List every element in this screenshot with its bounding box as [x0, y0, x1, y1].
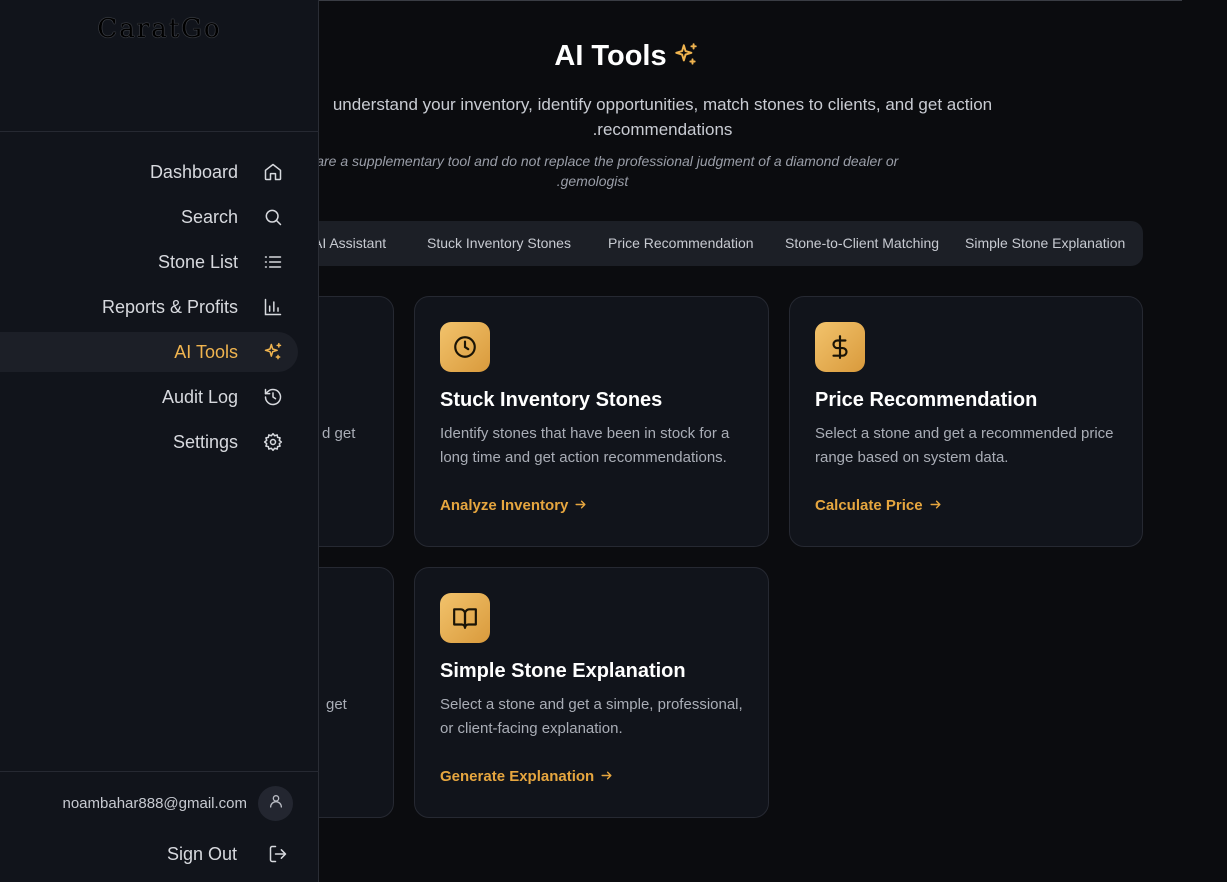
log-out-icon [268, 844, 288, 864]
stuck-inventory-card: Stuck Inventory Stones Identify stones t… [414, 296, 769, 547]
sidebar-item-audit-log[interactable]: Audit Log [0, 377, 298, 417]
search-icon [263, 207, 283, 227]
price-recommendation-card: Price Recommendation Select a stone and … [789, 296, 1143, 547]
sidebar-item-label: AI Tools [174, 342, 238, 362]
tab-simple-explanation[interactable]: Simple Stone Explanation [965, 221, 1125, 266]
card-title: Simple Stone Explanation [440, 660, 686, 682]
divider [0, 771, 319, 772]
history-icon [263, 387, 283, 407]
user-icon [268, 793, 284, 814]
home-icon [263, 162, 283, 182]
sidebar-item-label: Dashboard [149, 162, 238, 182]
sidebar-item-label: Reports & Profits [101, 297, 238, 317]
bar-chart-icon [263, 297, 283, 317]
user-email: noambahar888@gmail.com [62, 795, 248, 812]
tab-stuck-inventory[interactable]: Stuck Inventory Stones [427, 221, 571, 266]
sidebar-item-stone-list[interactable]: Stone List [0, 242, 298, 282]
sidebar-item-settings[interactable]: Settings [0, 422, 298, 462]
sidebar-item-dashboard[interactable]: Dashboard [0, 152, 298, 192]
sidebar-item-label: Stone List [157, 252, 238, 272]
card-description: Identify stones that have been in stock … [440, 425, 730, 466]
sparkles-icon [263, 342, 283, 362]
sign-out-button[interactable]: Sign Out [148, 842, 288, 866]
calculate-price-link[interactable]: Calculate Price [815, 497, 942, 515]
arrow-right-icon [574, 498, 587, 515]
card-title: Stuck Inventory Stones [440, 389, 663, 411]
sparkles-icon [673, 42, 699, 76]
sidebar-item-label: Settings [172, 432, 238, 452]
sidebar-item-ai-tools[interactable]: AI Tools [0, 332, 298, 372]
gear-icon [263, 432, 283, 452]
sign-out-label: Sign Out [166, 844, 237, 864]
arrow-right-icon [600, 769, 613, 786]
list-icon [263, 252, 283, 272]
tool-tabs: AI Assistant Stuck Inventory Stones Pric… [280, 221, 1143, 266]
sidebar-item-label: Audit Log [161, 387, 238, 407]
sidebar-item-label: Search [180, 207, 238, 227]
avatar[interactable] [258, 786, 293, 821]
tab-price-recommendation[interactable]: Price Recommendation [608, 221, 754, 266]
simple-explanation-card: Simple Stone Explanation Select a stone … [414, 567, 769, 818]
card-description: Select a stone and get a recommended pri… [815, 425, 1114, 466]
clock-icon [440, 322, 490, 372]
arrow-right-icon [929, 498, 942, 515]
sidebar: CaratGo Dashboard Search Stone List Repo… [0, 0, 319, 882]
tab-stone-client-matching[interactable]: Stone-to-Client Matching [785, 221, 939, 266]
app-logo[interactable]: CaratGo [0, 14, 319, 44]
book-open-icon [440, 593, 490, 643]
generate-explanation-link[interactable]: Generate Explanation [440, 768, 613, 786]
analyze-inventory-link[interactable]: Analyze Inventory [440, 497, 587, 515]
sidebar-item-search[interactable]: Search [0, 197, 298, 237]
divider [0, 131, 319, 132]
sidebar-item-reports[interactable]: Reports & Profits [0, 287, 298, 327]
tab-ai-assistant[interactable]: AI Assistant [313, 221, 386, 266]
card-description: Select a stone and get a simple, profess… [440, 696, 743, 737]
dollar-icon [815, 322, 865, 372]
card-title: Price Recommendation [815, 389, 1038, 411]
